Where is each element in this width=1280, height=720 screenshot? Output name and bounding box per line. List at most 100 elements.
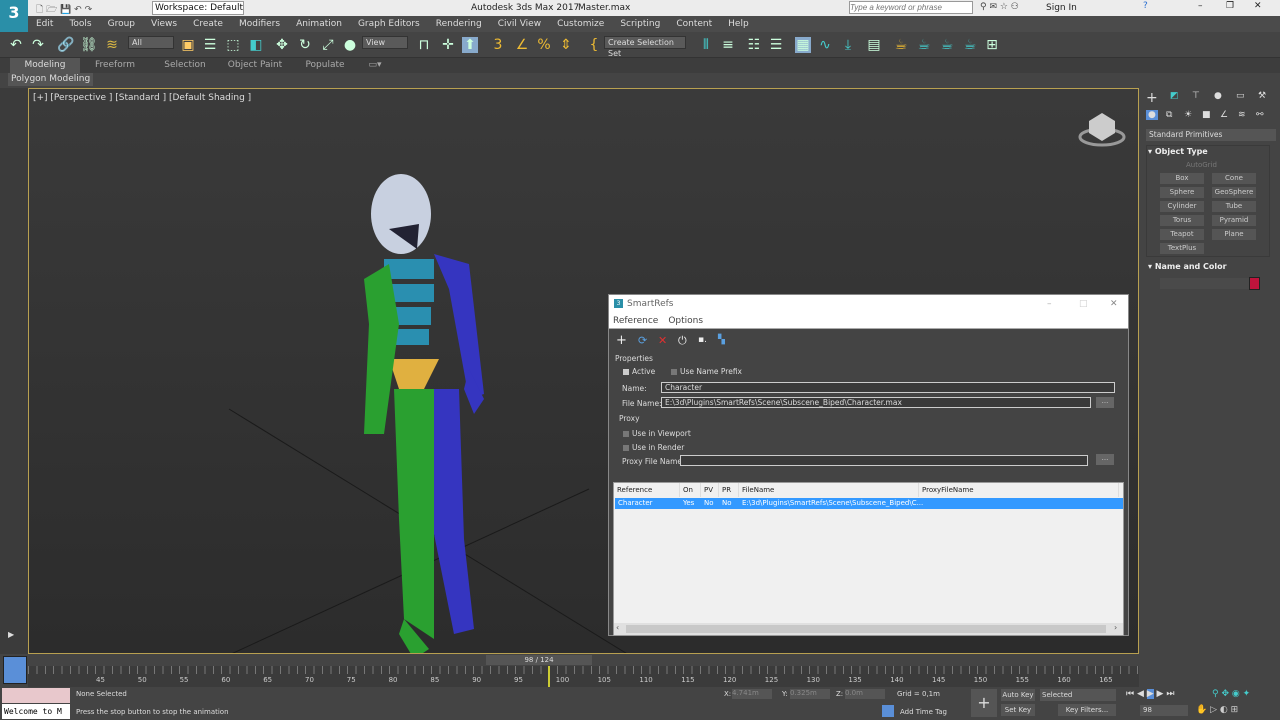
snap-3d-icon[interactable]: 3 — [490, 37, 506, 53]
auto-key-button[interactable]: Auto Key — [1001, 689, 1035, 701]
y-coordinate-field[interactable]: 0.325m — [790, 689, 830, 699]
menu-reference[interactable]: Reference — [613, 316, 658, 326]
display-tab-icon[interactable]: ▭ — [1236, 91, 1245, 101]
dialog-close-button[interactable]: ✕ — [1110, 295, 1118, 313]
help-icon[interactable]: ? — [1143, 1, 1148, 11]
horizontal-scrollbar[interactable]: ‹ › — [614, 623, 1123, 635]
link-icon[interactable]: 🔗 — [57, 37, 74, 53]
scene-explorer-icon[interactable]: ☷ — [746, 37, 762, 53]
autogrid-checkbox[interactable]: AutoGrid — [1186, 161, 1217, 169]
selection-filter-dropdown[interactable]: All — [128, 36, 174, 49]
ribbon-options-icon[interactable]: ▭▾ — [360, 58, 390, 73]
expand-arrow-icon[interactable]: ▶ — [8, 630, 14, 639]
angle-snap-icon[interactable]: ∠ — [514, 37, 530, 53]
viewport-layout-icon[interactable]: ⊞ — [984, 37, 1000, 53]
minimize-button[interactable]: – — [1198, 1, 1203, 11]
reference-coordinate-dropdown[interactable]: View — [362, 36, 408, 49]
browse-proxy-button[interactable]: ... — [1096, 454, 1114, 465]
maxscript-input[interactable]: Welcome to M — [2, 704, 70, 719]
bind-space-warp-icon[interactable]: ≋ — [104, 37, 120, 53]
material-editor-icon[interactable]: ▤ — [866, 37, 882, 53]
mini-curve-editor-toggle[interactable] — [3, 656, 27, 684]
viewport-navigation-icons[interactable]: ⚲ ✥ ◉ ✦ — [1212, 689, 1250, 699]
modify-tab-icon[interactable]: ◩ — [1170, 91, 1179, 101]
textplus-button[interactable]: TextPlus — [1160, 243, 1204, 254]
hierarchy-tab-icon[interactable]: ⊤ — [1192, 91, 1200, 101]
merge-icon[interactable]: ▚ — [718, 335, 725, 345]
scale-icon[interactable]: ⤢ — [320, 37, 336, 53]
object-type-title[interactable]: ▾ Object Type — [1148, 147, 1208, 156]
cameras-icon[interactable]: ■ — [1202, 110, 1211, 120]
delete-icon[interactable]: ✕ — [658, 334, 667, 347]
name-and-color-title[interactable]: ▾ Name and Color — [1148, 262, 1227, 271]
spacewarps-icon[interactable]: ≋ — [1238, 110, 1246, 120]
create-tab-icon[interactable]: + — [1146, 90, 1158, 106]
geometry-icon[interactable]: ● — [1146, 110, 1158, 120]
shapes-icon[interactable]: ⧉ — [1166, 110, 1172, 120]
align-icon[interactable]: ≡ — [720, 37, 736, 53]
schematic-view-icon[interactable]: ⤓ — [840, 37, 856, 53]
reload-icon[interactable]: ⟳ — [638, 334, 647, 347]
track-bar[interactable]: 45 50 55 60 65 70 75 80 85 90 95 100 105 110 115 120 125… — [28, 666, 1139, 687]
key-filters-button[interactable]: Key Filters... — [1058, 704, 1116, 716]
window-crossing-icon[interactable]: ◧ — [248, 37, 264, 53]
selection-set-dropdown[interactable]: Create Selection Set — [604, 36, 686, 58]
maxscript-listener-output[interactable] — [2, 688, 70, 703]
search-input[interactable] — [849, 1, 973, 14]
systems-icon[interactable]: ⚯ — [1256, 110, 1264, 120]
keyboard-shortcut-icon[interactable]: ⬆ — [462, 37, 478, 53]
rotate-icon[interactable]: ↻ — [297, 37, 313, 53]
pivot-icon[interactable]: ⊓ — [416, 37, 432, 53]
viewport-navigation-icons-2[interactable]: ✋ ▷ ◐ ⊞ — [1196, 705, 1238, 715]
cylinder-button[interactable]: Cylinder — [1160, 201, 1204, 212]
set-key-button[interactable]: Set Key — [1001, 704, 1035, 716]
name-field[interactable]: Character — [661, 382, 1115, 393]
tab-populate[interactable]: Populate — [290, 58, 360, 73]
rect-selection-icon[interactable]: ⬚ — [225, 37, 241, 53]
redo-icon[interactable]: ↷ — [30, 37, 46, 53]
menu-scripting[interactable]: Scripting — [612, 16, 668, 32]
move-icon[interactable]: ✥ — [274, 37, 290, 53]
menu-help[interactable]: Help — [720, 16, 757, 32]
category-dropdown[interactable]: Standard Primitives — [1146, 129, 1276, 141]
torus-button[interactable]: Torus — [1160, 215, 1204, 226]
tab-freeform[interactable]: Freeform — [80, 58, 150, 73]
file-name-field[interactable]: E:\3d\Plugins\SmartRefs\Scene\Subscene_B… — [661, 397, 1091, 408]
teapot-button[interactable]: Teapot — [1160, 229, 1204, 240]
menu-group[interactable]: Group — [100, 16, 143, 32]
tab-selection[interactable]: Selection — [150, 58, 220, 73]
object-name-field[interactable] — [1160, 278, 1250, 289]
x-coordinate-field[interactable]: 4.741m — [732, 689, 772, 699]
use-name-prefix-checkbox[interactable]: Use Name Prefix — [671, 367, 742, 376]
col-pr[interactable]: PR — [719, 483, 739, 497]
helpers-icon[interactable]: ∠ — [1220, 110, 1228, 120]
browse-file-button[interactable]: ... — [1096, 397, 1114, 408]
col-pv[interactable]: PV — [701, 483, 719, 497]
time-tag-icon[interactable] — [882, 705, 894, 717]
close-button[interactable]: ✕ — [1254, 1, 1262, 11]
ribbon-toggle-icon[interactable]: ▦ — [795, 37, 811, 53]
tab-modeling[interactable]: Modeling — [10, 58, 80, 73]
undo-icon[interactable]: ↶ — [8, 37, 24, 53]
percent-snap-icon[interactable]: % — [536, 37, 552, 53]
menu-animation[interactable]: Animation — [288, 16, 350, 32]
menu-tools[interactable]: Tools — [61, 16, 99, 32]
rendered-frame-icon[interactable]: ☕ — [916, 37, 932, 53]
z-coordinate-field[interactable]: 0.0m — [845, 689, 885, 699]
place-icon[interactable]: ● — [342, 37, 358, 53]
power-icon[interactable]: ⏻ — [678, 334, 687, 348]
sign-in-link[interactable]: Sign In — [1046, 3, 1077, 13]
col-on[interactable]: On — [680, 483, 701, 497]
spinner-snap-icon[interactable]: ⇕ — [558, 37, 574, 53]
sphere-button[interactable]: Sphere — [1160, 187, 1204, 198]
search-tools-icons[interactable]: ⚲ ✉ ☆ ⚇ — [980, 2, 1019, 12]
select-object-icon[interactable]: ▣ — [180, 37, 196, 53]
render-setup-icon[interactable]: ☕ — [893, 37, 909, 53]
select-by-name-icon[interactable]: ☰ — [202, 37, 218, 53]
use-in-render-checkbox[interactable]: Use in Render — [623, 443, 684, 452]
render-iterative-icon[interactable]: ☕ — [962, 37, 978, 53]
geosphere-button[interactable]: GeoSphere — [1212, 187, 1256, 198]
active-checkbox[interactable]: Active — [623, 367, 655, 376]
curve-editor-icon[interactable]: ∿ — [817, 37, 833, 53]
box-button[interactable]: Box — [1160, 173, 1204, 184]
